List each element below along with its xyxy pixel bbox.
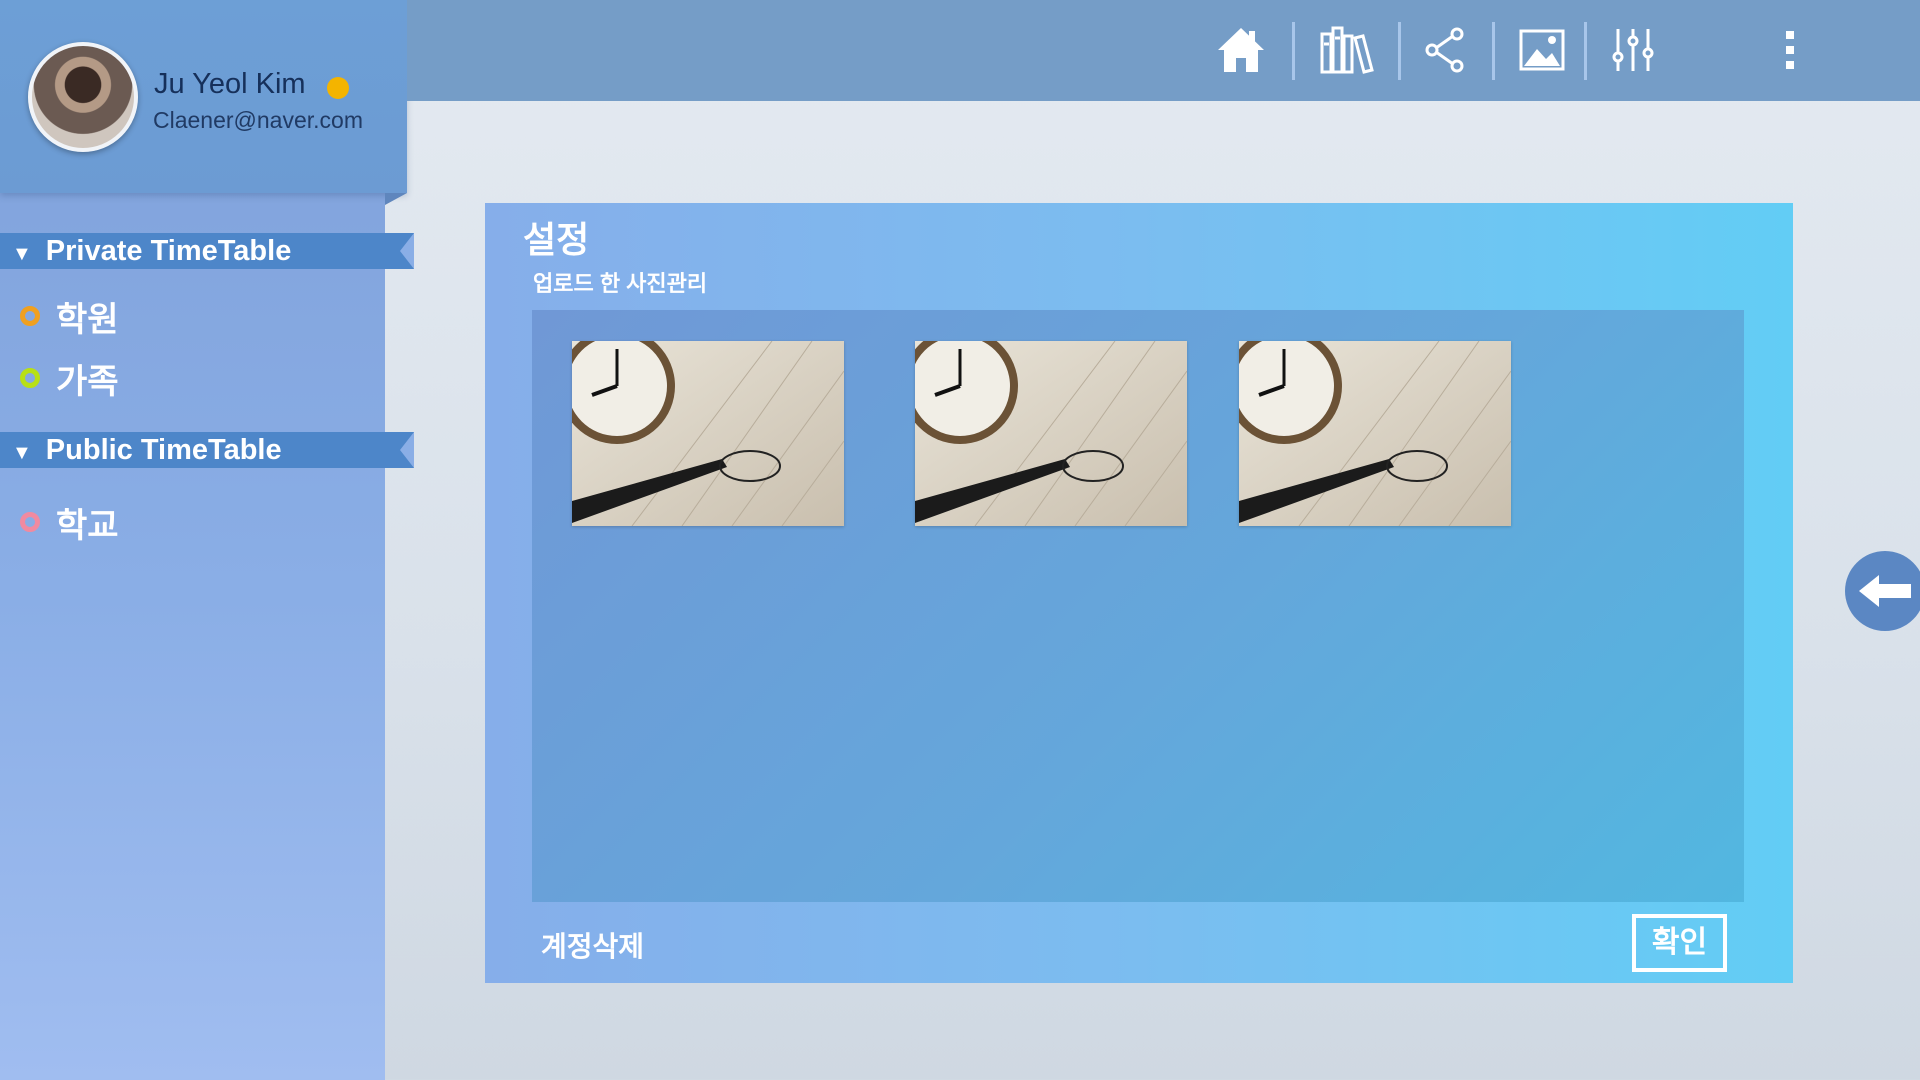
avatar[interactable] xyxy=(28,42,138,152)
sidebar-item-family[interactable]: 가족 xyxy=(20,358,119,401)
user-name: Ju Yeol Kim xyxy=(154,68,306,100)
top-toolbar xyxy=(407,0,1920,101)
page-title: 설정 xyxy=(523,219,590,260)
library-icon[interactable] xyxy=(1317,20,1377,80)
section-public-timetable[interactable]: ▼ Public TimeTable xyxy=(0,432,414,468)
toolbar-divider xyxy=(1292,22,1295,80)
green-ring-icon xyxy=(20,368,40,388)
triangle-down-icon: ▼ xyxy=(12,243,32,265)
uploaded-photo[interactable] xyxy=(572,341,844,526)
section-private-timetable[interactable]: ▼ Private TimeTable xyxy=(0,233,414,269)
sliders-icon[interactable] xyxy=(1603,20,1663,80)
arrow-left-icon xyxy=(1859,575,1911,607)
profile-notch xyxy=(385,193,407,205)
sidebar-item-label: 학원 xyxy=(56,300,119,339)
photo-management-label: 업로드 한 사진관리 xyxy=(533,271,708,296)
settings-panel: 설정 업로드 한 사진관리 계정삭제 확인 xyxy=(485,203,1793,983)
user-email: Claener@naver.com xyxy=(153,107,363,133)
uploaded-photo[interactable] xyxy=(1239,341,1511,526)
toolbar-divider xyxy=(1584,22,1587,80)
sidebar-item-label: 학교 xyxy=(56,506,119,545)
back-button[interactable] xyxy=(1845,551,1920,631)
online-status-dot xyxy=(327,77,349,99)
toolbar-divider xyxy=(1398,22,1401,80)
sidebar-item-school[interactable]: 학교 xyxy=(20,502,119,545)
triangle-down-icon: ▼ xyxy=(12,442,32,464)
profile-header: Ju Yeol Kim Claener@naver.com xyxy=(0,0,407,193)
orange-ring-icon xyxy=(20,306,40,326)
uploaded-photos-area xyxy=(532,310,1744,902)
confirm-button[interactable]: 확인 xyxy=(1632,914,1727,972)
image-icon[interactable] xyxy=(1512,20,1572,80)
ribbon-cut xyxy=(400,432,414,468)
section-title: Public TimeTable xyxy=(45,434,282,466)
ribbon-cut xyxy=(400,233,414,269)
share-icon[interactable] xyxy=(1415,20,1475,80)
delete-account-button[interactable]: 계정삭제 xyxy=(541,925,644,965)
uploaded-photo[interactable] xyxy=(915,341,1187,526)
sidebar-item-label: 가족 xyxy=(56,362,119,401)
toolbar-divider xyxy=(1492,22,1495,80)
pink-ring-icon xyxy=(20,512,40,532)
section-title: Private TimeTable xyxy=(45,235,292,267)
home-icon[interactable] xyxy=(1211,20,1271,80)
more-vertical-icon[interactable] xyxy=(1760,20,1820,80)
sidebar-item-academy[interactable]: 학원 xyxy=(20,296,119,339)
